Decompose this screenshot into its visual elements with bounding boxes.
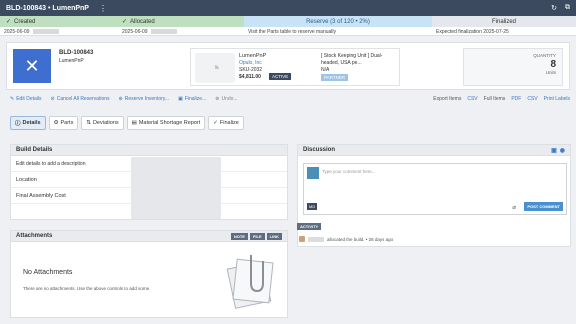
discussion-header: Discussion ▣ ◉ (298, 145, 570, 156)
check-circle-icon: ✓ (213, 120, 218, 126)
subscribe-icon[interactable]: ◉ (560, 147, 565, 154)
undo-button[interactable]: ⊗ Undo... (215, 96, 237, 102)
no-attachments-title: No Attachments (23, 269, 73, 276)
discussion-panel: Discussion ▣ ◉ Type your comment here...… (297, 144, 571, 247)
activity-text: allocated the build. • 28 days ago (327, 236, 394, 242)
stage-progress: ✓ Created ✓ Allocated Reserve (3 of 120 … (0, 16, 576, 27)
finalize-icon: ▣ (178, 96, 183, 102)
export-items-label: Export Items (433, 96, 462, 102)
user-avatar (307, 167, 319, 179)
action-bar: ✎ Edit Details ⊘ Cancel All Reservations ⊕… (10, 94, 570, 104)
stage-created[interactable]: ✓ Created (0, 16, 118, 27)
build-details-title: Build Details (11, 145, 287, 156)
finalize-expected: Expected finalization 2025-07-25 (436, 28, 509, 35)
discussion-title: Discussion (303, 147, 336, 153)
add-note-button[interactable]: NOTE (230, 232, 248, 240)
add-file-button[interactable]: FILE (249, 232, 265, 240)
stage-allocated[interactable]: ✓ Allocated (118, 16, 244, 27)
comment-composer[interactable]: Type your comment here... MD ⌀ POST COMM… (303, 163, 567, 215)
part-card[interactable]: ◔ LumenPnP Opulo, Inc SKU-2032 $4,811.00… (190, 48, 400, 86)
status-badge: ACTIVE (269, 73, 292, 80)
comment-icon[interactable]: ▣ (551, 147, 557, 154)
post-comment-button[interactable]: POST COMMENT (524, 202, 563, 211)
tab-finalize[interactable]: ✓ Finalize (208, 116, 244, 130)
tab-bar: ⓘ Details ⚙ Parts ⇅ Deviations ▤ Material Sh… (10, 116, 290, 130)
redacted-user (308, 236, 324, 242)
markdown-badge: MD (307, 203, 318, 210)
redacted-values (131, 157, 221, 219)
paperclip-icon (226, 255, 274, 309)
add-link-button[interactable]: LINK (266, 232, 282, 240)
refresh-icon[interactable]: ↻ (551, 4, 557, 12)
attach-icon[interactable]: ⌀ (512, 204, 516, 211)
export-csv-button[interactable]: CSV (467, 96, 477, 102)
export-csv2-button[interactable]: CSV (527, 96, 537, 102)
created-date: 2025-06-09 (4, 28, 30, 35)
info-icon: ⓘ (15, 121, 21, 127)
part-name: LumenPnP (239, 53, 267, 59)
cancel-icon: ⊘ (50, 96, 55, 102)
build-header: ✕ BLD-100843 LumenPnP ◔ LumenPnP Opulo, … (6, 42, 570, 90)
open-window-icon[interactable]: ⧉ (565, 4, 570, 12)
build-number: BLD-100843 (59, 50, 94, 56)
finalize-button[interactable]: ▣ Finalize... (178, 96, 206, 102)
activity-button[interactable]: ACTIVITY (297, 223, 322, 230)
build-title: BLD-100843 • LumenPnP (6, 4, 89, 12)
attachments-title: Attachments (16, 233, 53, 239)
no-attachments-desc: There are no attachments. Use the above … (23, 286, 151, 291)
export-pdf-button[interactable]: PDF (511, 96, 521, 102)
stage-dates: 2025-06-09 2025-06-09 Visit the Parts ta… (0, 27, 576, 36)
build-details-panel: Build Details Edit details to add a desc… (10, 144, 288, 220)
more-menu-icon[interactable]: ⋮ (99, 4, 107, 13)
vendor-link[interactable]: Opulo, Inc (239, 60, 262, 66)
deviations-icon: ⇅ (86, 120, 91, 126)
check-icon: ✓ (122, 19, 128, 25)
check-icon: ✓ (6, 19, 12, 25)
tab-details[interactable]: ⓘ Details (10, 116, 46, 130)
report-icon: ▤ (131, 120, 137, 126)
full-items-label: Full Items (483, 96, 506, 102)
quantity-box: QUANTITY 8 Units (463, 48, 563, 86)
part-sku: SKU-2032 (239, 67, 263, 73)
build-subtitle: LumenPnP (59, 58, 84, 64)
redacted-user (32, 29, 59, 34)
undo-icon: ⊗ (215, 96, 220, 102)
comment-input[interactable]: Type your comment here... (322, 169, 376, 174)
reserve-icon: ⊕ (118, 96, 123, 102)
stage-finalized[interactable]: Finalized (432, 16, 576, 27)
title-bar: BLD-100843 • LumenPnP ⋮ ↻ ⧉ (0, 0, 576, 16)
attachments-panel: Attachments NOTE FILE LINK No Attachment… (10, 230, 288, 318)
tab-parts[interactable]: ⚙ Parts (48, 116, 79, 130)
pencil-icon: ✎ (10, 96, 15, 102)
tab-deviations[interactable]: ⇅ Deviations (81, 116, 124, 130)
parts-icon: ⚙ (53, 120, 59, 126)
print-labels-button[interactable]: Print Labels (544, 96, 570, 102)
quantity-value: 8 (550, 59, 556, 70)
part-price: $4,811.00 (239, 74, 261, 80)
reserve-inventory-button[interactable]: ⊕ Reserve Inventory... (119, 96, 170, 102)
edit-details-button[interactable]: ✎ Edit Details (10, 96, 42, 102)
partner-badge: PARTNER (321, 74, 349, 81)
allocated-date: 2025-06-09 (122, 28, 148, 35)
redacted-user (150, 29, 177, 34)
wrench-icon: ✕ (13, 49, 51, 83)
reserve-hint[interactable]: Visit the Parts table to reserve manuall… (248, 29, 336, 35)
part-description: [ Stock Keeping Unit ] Dual-headed, USA … (321, 53, 383, 73)
tab-material-shortage[interactable]: ▤ Material Shortage Report (126, 116, 206, 130)
stage-reserve[interactable]: Reserve (3 of 120 • 2%) (244, 16, 432, 27)
cancel-reservations-button[interactable]: ⊘ Cancel All Reservations (51, 96, 110, 102)
attachments-header: Attachments NOTE FILE LINK (11, 231, 287, 242)
quantity-unit: Units (545, 70, 556, 75)
avatar (299, 236, 305, 242)
part-image-placeholder-icon: ◔ (195, 53, 235, 83)
activity-item: allocated the build. • 28 days ago (299, 236, 393, 242)
quantity-label: QUANTITY (533, 53, 556, 58)
